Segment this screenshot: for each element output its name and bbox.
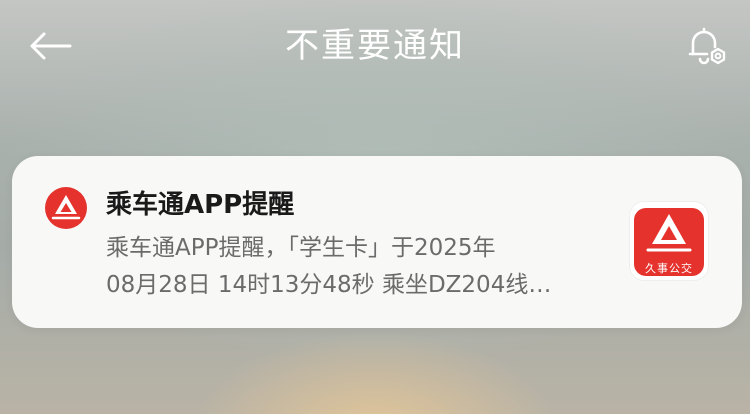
notification-body: 乘车通APP提醒，「学生卡」于2025年 08月28日 14时13分48秒 乘坐… [106, 230, 616, 304]
notification-thumbnail: 久事公交 [630, 202, 708, 280]
app-logo-icon [45, 187, 87, 229]
thumbnail-label: 久事公交 [645, 262, 693, 275]
notification-body-line-1: 乘车通APP提醒，「学生卡」于2025年 [106, 235, 496, 261]
app-logo [44, 186, 88, 230]
notification-settings-button[interactable] [680, 20, 732, 72]
header-bar: 不重要通知 [0, 0, 750, 90]
notification-card[interactable]: 乘车通APP提醒 乘车通APP提醒，「学生卡」于2025年 08月28日 14时… [12, 156, 742, 328]
page-title: 不重要通知 [285, 26, 465, 66]
notification-body-line-2: 08月28日 14时13分48秒 乘坐DZ204线… [106, 272, 552, 298]
notification-title: 乘车通APP提醒 [106, 190, 295, 220]
notification-settings-icon [688, 27, 726, 65]
